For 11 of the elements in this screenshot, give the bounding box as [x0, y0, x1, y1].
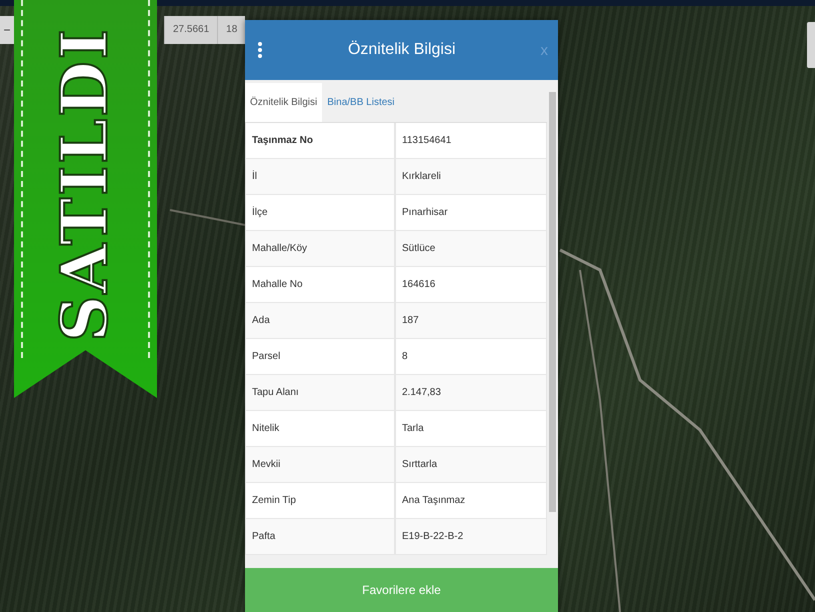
coordinate-value: 27.5661	[164, 16, 218, 44]
add-favorites-button[interactable]: Favorilere ekle	[245, 568, 558, 612]
scrollbar[interactable]	[547, 80, 558, 568]
zoom-out-button[interactable]: −	[0, 16, 14, 44]
menu-icon[interactable]	[257, 41, 263, 59]
ribbon-text: SATILDI	[48, 26, 123, 342]
tab[interactable]: Bina/BB Listesi	[322, 83, 400, 122]
tab[interactable]: Öznitelik Bilgisi	[245, 83, 322, 122]
table-cell: Pafta	[245, 519, 395, 555]
side-panel-button[interactable]	[807, 22, 815, 68]
dialog-title: Öznitelik Bilgisi	[348, 41, 456, 59]
